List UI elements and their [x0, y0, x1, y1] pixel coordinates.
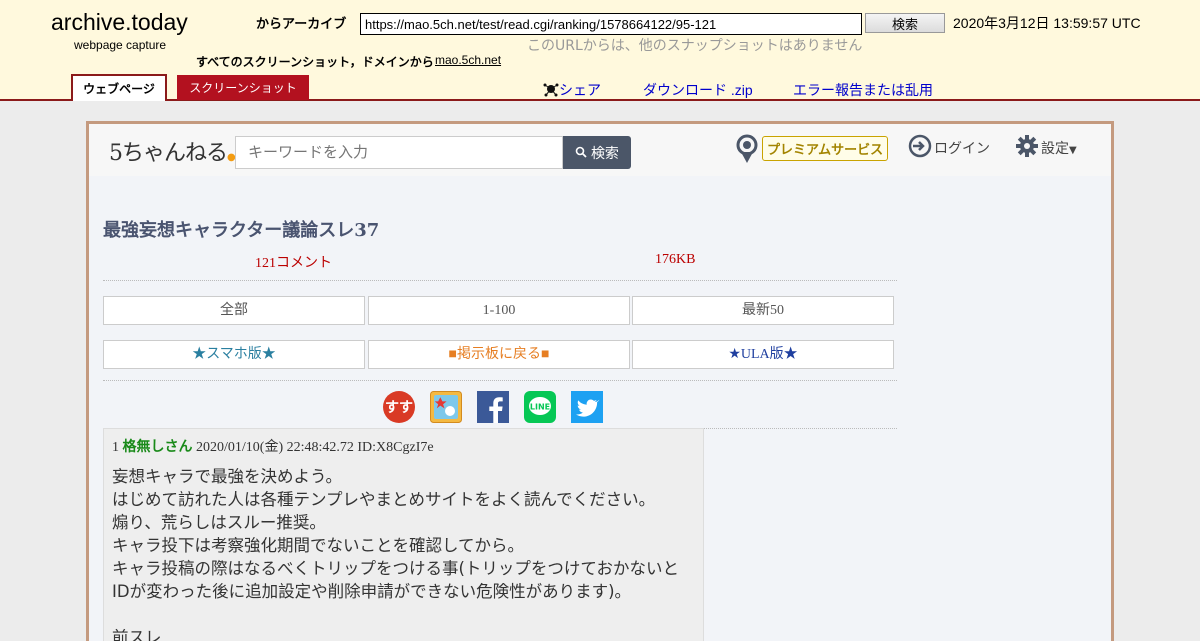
bookmark-icon[interactable]	[430, 391, 462, 423]
post-body: 妄想キャラで最強を決めよう。 はじめて訪れた人は各種テンプレやまとめサイトをよく…	[112, 465, 702, 641]
svg-text:LINE: LINE	[530, 403, 550, 412]
post-line: 前スレ	[112, 628, 162, 641]
settings-dropdown[interactable]: 設定▼	[1041, 138, 1077, 158]
post-meta: 1 格無しさん 2020/01/10(金) 22:48:42.72 ID:X8C…	[112, 436, 434, 456]
download-zip-link[interactable]: ダウンロード .zip	[643, 80, 753, 100]
nav-all-button[interactable]: 全部	[103, 296, 365, 325]
tab-screenshot[interactable]: スクリーンショット	[177, 75, 309, 100]
archive-brand-subtitle: webpage capture	[74, 38, 167, 52]
keyword-search-input[interactable]	[235, 136, 563, 169]
archive-brand-title[interactable]: archive.today	[51, 9, 188, 36]
premium-medal-icon	[735, 134, 759, 168]
divider	[103, 380, 897, 381]
post-id[interactable]: ID:X8CgzI7e	[357, 440, 433, 455]
smartphone-version-button[interactable]: ★スマホ版★	[103, 340, 365, 369]
archive-url-input[interactable]	[360, 13, 862, 35]
facebook-icon[interactable]	[477, 391, 509, 423]
logo-dot-icon: ●	[227, 152, 236, 163]
svg-text:すす: すす	[385, 400, 413, 416]
post-number: 1	[112, 440, 119, 455]
gear-icon	[1015, 134, 1039, 162]
site-search-label: 検索	[590, 144, 619, 161]
no-other-snapshots-text: このURLからは、他のスナップショットはありません	[527, 38, 863, 54]
all-screenshots-label: すべてのスクリーンショット，ドメインから	[196, 55, 434, 69]
caret-down-icon: ▼	[1069, 145, 1077, 156]
post-line: キャラ投下は考察強化期間でないことを確認してから。	[112, 536, 525, 555]
share-icon	[543, 81, 559, 101]
divider	[103, 280, 897, 281]
archive-header: archive.today webpage capture からアーカイブ 検索…	[0, 0, 1200, 101]
post-author: 格無しさん	[122, 439, 193, 455]
share-link[interactable]: シェア	[543, 80, 601, 101]
share-label: シェア	[559, 83, 601, 99]
thread-title: 最強妄想キャラクター議論スレ37	[103, 220, 380, 241]
nav-latest50-button[interactable]: 最新50	[632, 296, 894, 325]
archive-from-label: からアーカイブ	[256, 17, 347, 32]
twitter-icon[interactable]	[571, 391, 603, 423]
site-header: 5ちゃんねる● 検索 プレミアムサービス ログイン	[89, 124, 1111, 176]
report-abuse-link[interactable]: エラー報告または乱用	[793, 80, 933, 100]
post-line: はじめて訪れた人は各種テンプレやまとめサイトをよく読んでください。	[112, 490, 656, 509]
comment-count: 121コメント	[255, 256, 332, 271]
post-line: IDが変わった後に追加設定や削除申請ができない危険性があります)。	[112, 582, 632, 601]
back-to-board-button[interactable]: ■掲示板に戻る■	[368, 340, 630, 369]
sssp-icon[interactable]: すす	[383, 391, 415, 423]
post-line	[112, 603, 702, 626]
capture-date: 2020年3月12日 13:59:57 UTC	[953, 15, 1141, 31]
magnifier-icon	[575, 145, 591, 161]
login-link[interactable]: ログイン	[934, 138, 990, 158]
domain-link[interactable]: mao.5ch.net	[435, 53, 501, 67]
settings-label: 設定	[1041, 141, 1069, 157]
line-icon[interactable]: LINE	[524, 391, 556, 423]
site-search-button[interactable]: 検索	[563, 136, 631, 169]
post-datetime: 2020/01/10(金) 22:48:42.72	[196, 440, 354, 455]
captured-page: 5ちゃんねる● 検索 プレミアムサービス ログイン	[86, 121, 1114, 641]
post: 1 格無しさん 2020/01/10(金) 22:48:42.72 ID:X8C…	[103, 428, 704, 641]
post-line: キャラ投稿の際はなるべくトリップをつける事(トリップをつけておかないと	[112, 559, 679, 578]
ula-version-button[interactable]: ★ULA版★	[632, 340, 894, 369]
tab-webpage[interactable]: ウェブページ	[71, 74, 167, 101]
site-logo-text: 5ちゃんねる	[109, 141, 228, 166]
site-logo[interactable]: 5ちゃんねる●	[109, 135, 236, 167]
post-line: 煽り、荒らしはスルー推奨。	[112, 513, 326, 532]
nav-1-100-button[interactable]: 1-100	[368, 296, 630, 325]
thread-size: 176KB	[655, 252, 696, 267]
post-line: 妄想キャラで最強を決めよう。	[112, 467, 343, 486]
premium-service-button[interactable]: プレミアムサービス	[762, 136, 889, 161]
login-icon	[908, 134, 932, 162]
archive-search-button[interactable]: 検索	[865, 13, 945, 33]
